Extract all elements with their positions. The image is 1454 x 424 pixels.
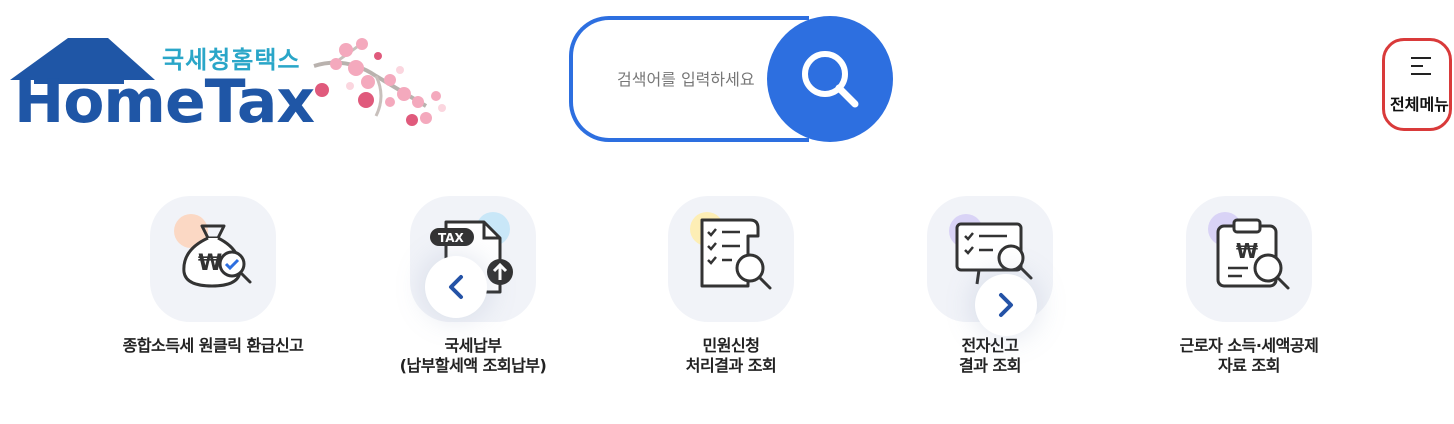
service-label: 전자신고 결과 조회 xyxy=(959,336,1021,375)
hamburger-icon xyxy=(1411,57,1431,75)
search-input[interactable] xyxy=(617,64,767,94)
service-icon-tile: ₩ xyxy=(150,196,276,322)
service-label: 근로자 소득·세액공제 자료 조회 xyxy=(1179,336,1319,375)
service-label: 민원신청 처리결과 조회 xyxy=(685,336,777,375)
money-bag-search-icon: ₩ xyxy=(182,224,252,288)
service-worker-deduction-data[interactable]: ₩ 근로자 소득·세액공제 자료 조회 xyxy=(1146,196,1346,386)
logo-english-text: HomeTax xyxy=(14,67,315,137)
service-civil-petition-result[interactable]: 민원신청 처리결과 조회 xyxy=(628,196,828,386)
service-label: 국세납부 (납부할세액 조회납부) xyxy=(399,336,547,375)
chevron-right-icon xyxy=(999,293,1013,317)
full-menu-label: 전체메뉴 xyxy=(1390,95,1449,114)
service-icon-tile xyxy=(668,196,794,322)
checklist-search-icon xyxy=(700,218,772,290)
service-income-tax-refund[interactable]: ₩ 종합소득세 원클릭 환급신고 xyxy=(110,196,310,386)
cherry-blossom-icon xyxy=(313,38,446,126)
chevron-left-icon xyxy=(449,275,463,299)
service-label: 종합소득세 원클릭 환급신고 xyxy=(122,336,304,355)
carousel-next-button[interactable] xyxy=(975,274,1037,336)
carousel-prev-button[interactable] xyxy=(425,256,487,318)
search-icon xyxy=(802,51,859,108)
svg-text:TAX: TAX xyxy=(438,231,465,245)
full-menu-button[interactable]: 전체메뉴 xyxy=(1382,38,1452,131)
hometax-logo[interactable]: 국세청홈택스 HomeTax xyxy=(10,36,450,132)
hometax-page: 국세청홈택스 HomeTax 검색어를 입력하세요 전체메뉴 ₩ 종합소득세 원… xyxy=(0,0,1454,424)
service-icon-tile: ₩ xyxy=(1186,196,1312,322)
clipboard-won-search-icon: ₩ xyxy=(1216,218,1290,290)
search-button[interactable] xyxy=(767,16,893,142)
svg-text:₩: ₩ xyxy=(1236,239,1258,263)
